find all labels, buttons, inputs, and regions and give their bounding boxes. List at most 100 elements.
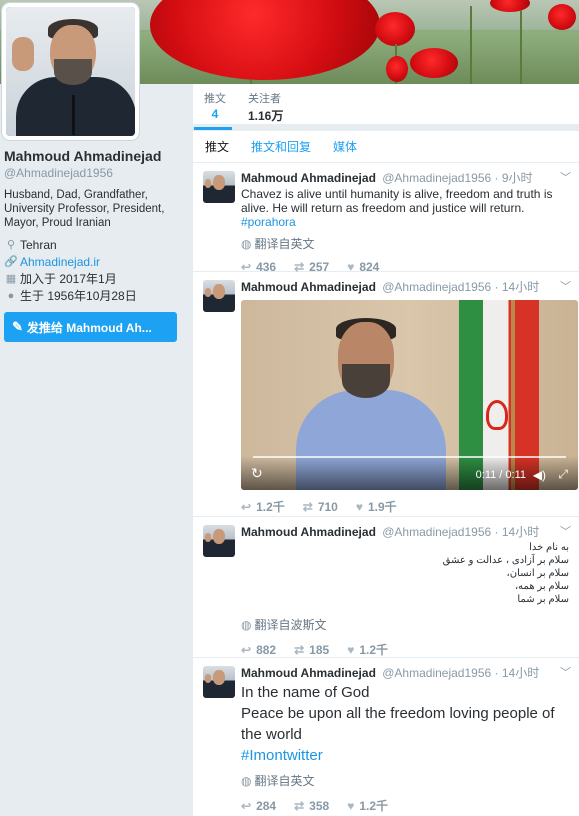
tweet-line: سلام بر انسان، <box>506 568 570 579</box>
volume-icon[interactable]: ◀) <box>533 468 546 482</box>
translate-label: 翻译自波斯文 <box>254 618 327 632</box>
tweet-avatar[interactable] <box>203 280 235 312</box>
tweet-item[interactable]: ﹀ Mahmoud Ahmadinejad @Ahmadinejad1956 ·… <box>193 272 579 517</box>
retweet-count: 358 <box>309 798 330 813</box>
followers-stat-value: 1.16万 <box>248 109 284 123</box>
birthday-row: ● 生于 1956年10月28日 <box>4 287 189 304</box>
translate-label: 翻译自英文 <box>254 237 315 251</box>
tweet-hashtag[interactable]: #porahora <box>241 215 296 229</box>
profile-handle[interactable]: @Ahmadinejad1956 <box>4 166 189 180</box>
calendar-icon: ▦ <box>5 273 17 285</box>
tweet-author-handle[interactable]: @Ahmadinejad1956 <box>382 666 491 680</box>
video-time: 0:11 / 0:11 <box>475 469 526 481</box>
tweet-avatar[interactable] <box>203 171 235 203</box>
timeline-tabs: 推文 推文和回复 媒体 <box>193 131 579 163</box>
like-count: 1.2千 <box>359 799 388 813</box>
heart-icon: ♥ <box>347 642 355 657</box>
tab-tweets-replies[interactable]: 推文和回复 <box>251 138 311 155</box>
tweet-line: سلام بر آزادی ، عدالت و عشق <box>442 555 569 566</box>
tweet-author-name[interactable]: Mahmoud Ahmadinejad <box>241 666 376 680</box>
profile-name[interactable]: Mahmoud Ahmadinejad <box>4 148 189 164</box>
reply-icon: ↩ <box>241 499 252 514</box>
link-icon: 🔗 <box>4 256 18 268</box>
tweet-to-button[interactable]: ✎ 发推给 Mahmoud Ah... <box>4 312 177 342</box>
profile-nav: 推文 4 关注者 1.16万 <box>193 84 579 130</box>
reply-button[interactable]: ↩ 882 <box>241 643 276 657</box>
profile-meta: ⚲ Tehran 🔗 Ahmadinejad.ir ▦ 加入于 2017年1月 … <box>4 236 189 304</box>
profile-card: Mahmoud Ahmadinejad @Ahmadinejad1956 Hus… <box>4 148 189 342</box>
like-button[interactable]: ♥ 1.2千 <box>347 797 388 814</box>
like-button[interactable]: ♥ 1.9千 <box>356 498 397 515</box>
tweet-author-handle[interactable]: @Ahmadinejad1956 <box>382 280 491 294</box>
globe-icon: ◍ <box>241 773 252 788</box>
tweets-stat[interactable]: 推文 4 <box>194 90 232 130</box>
translate-label: 翻译自英文 <box>254 774 315 788</box>
retweet-button[interactable]: ⇄ 710 <box>303 500 338 514</box>
profile-location: Tehran <box>20 237 57 252</box>
tweet-hashtag[interactable]: #Imontwitter <box>241 745 569 766</box>
tweet-time[interactable]: · 14小时 <box>495 666 540 680</box>
heart-icon: ♥ <box>347 798 355 813</box>
replay-icon[interactable]: ↻ <box>251 465 263 482</box>
tweet-actions: ↩ 1.2千 ⇄ 710 ♥ 1.9千 <box>241 498 569 515</box>
tweet-line: سلام بر شما <box>517 594 569 605</box>
tab-tweets[interactable]: 推文 <box>205 138 229 155</box>
tweet-to-label: 发推给 Mahmoud Ah... <box>26 320 152 335</box>
tweet-author-name[interactable]: Mahmoud Ahmadinejad <box>241 280 376 294</box>
tweet-author-name[interactable]: Mahmoud Ahmadinejad <box>241 171 376 185</box>
profile-website-link[interactable]: Ahmadinejad.ir <box>20 255 100 269</box>
tweet-time[interactable]: · 14小时 <box>495 525 540 539</box>
tweet-text: به نام خدا سلام بر آزادی ، عدالت و عشق س… <box>241 541 569 606</box>
website-row: 🔗 Ahmadinejad.ir <box>4 253 189 270</box>
retweet-button[interactable]: ⇄ 358 <box>294 799 329 813</box>
reply-button[interactable]: ↩ 284 <box>241 799 276 813</box>
reply-button[interactable]: ↩ 1.2千 <box>241 498 285 515</box>
retweet-button[interactable]: ⇄ 185 <box>294 643 329 657</box>
followers-stat-label: 关注者 <box>248 93 281 105</box>
tweet-text: Chavez is alive until humanity is alive,… <box>241 187 569 229</box>
tweet-author-name[interactable]: Mahmoud Ahmadinejad <box>241 525 376 539</box>
tweet-line: به نام خدا <box>529 542 569 553</box>
reply-count: 882 <box>256 642 277 657</box>
tab-media[interactable]: 媒体 <box>333 138 357 155</box>
retweet-icon: ⇄ <box>294 798 305 813</box>
reply-icon: ↩ <box>241 798 252 813</box>
video-progress-bar[interactable] <box>253 456 566 458</box>
video-controls <box>241 456 578 490</box>
tweet-video[interactable]: ↻ 0:11 / 0:11 ◀) ⤢ <box>241 300 578 490</box>
profile-born: 生于 1956年10月28日 <box>20 289 137 303</box>
chevron-down-icon[interactable]: ﹀ <box>560 664 571 680</box>
followers-stat[interactable]: 关注者 1.16万 <box>248 90 283 124</box>
compose-icon: ✎ <box>12 319 23 334</box>
tweet-author-handle[interactable]: @Ahmadinejad1956 <box>382 171 491 185</box>
tweet-header: Mahmoud Ahmadinejad @Ahmadinejad1956 · 1… <box>241 664 569 680</box>
chevron-down-icon[interactable]: ﹀ <box>560 169 571 185</box>
chevron-down-icon[interactable]: ﹀ <box>560 278 571 294</box>
timeline: 推文 推文和回复 媒体 ﹀ Mahmoud Ahmadinejad @Ahmad… <box>193 131 579 816</box>
tweet-item[interactable]: ﹀ Mahmoud Ahmadinejad @Ahmadinejad1956 ·… <box>193 658 579 816</box>
tweet-avatar[interactable] <box>203 525 235 557</box>
location-row: ⚲ Tehran <box>4 236 189 253</box>
tweet-time[interactable]: · 9小时 <box>495 171 533 185</box>
tweet-item[interactable]: ﹀ Mahmoud Ahmadinejad @Ahmadinejad1956 ·… <box>193 517 579 658</box>
retweet-icon: ⇄ <box>294 642 305 657</box>
translate-link[interactable]: ◍ 翻译自英文 <box>241 235 569 252</box>
fullscreen-icon[interactable]: ⤢ <box>558 467 568 482</box>
reply-count: 284 <box>256 798 277 813</box>
tweet-avatar[interactable] <box>203 666 235 698</box>
tweet-author-handle[interactable]: @Ahmadinejad1956 <box>382 525 491 539</box>
like-button[interactable]: ♥ 1.2千 <box>347 641 388 658</box>
tweet-time[interactable]: · 14小时 <box>495 280 540 294</box>
translate-link[interactable]: ◍ 翻译自英文 <box>241 772 569 789</box>
profile-avatar[interactable] <box>2 3 139 140</box>
retweet-count: 710 <box>317 499 338 514</box>
translate-link[interactable]: ◍ 翻译自波斯文 <box>241 616 569 633</box>
chevron-down-icon[interactable]: ﹀ <box>560 523 571 539</box>
tweet-line: سلام بر همه، <box>514 581 569 592</box>
tweet-item[interactable]: ﹀ Mahmoud Ahmadinejad @Ahmadinejad1956 ·… <box>193 163 579 274</box>
tweet-header: Mahmoud Ahmadinejad @Ahmadinejad1956 · 9… <box>241 169 569 185</box>
tweets-stat-label: 推文 <box>204 93 226 105</box>
tweet-body: Chavez is alive until humanity is alive,… <box>241 187 553 215</box>
globe-icon: ◍ <box>241 236 252 251</box>
profile-joined: 加入于 2017年1月 <box>20 272 117 286</box>
